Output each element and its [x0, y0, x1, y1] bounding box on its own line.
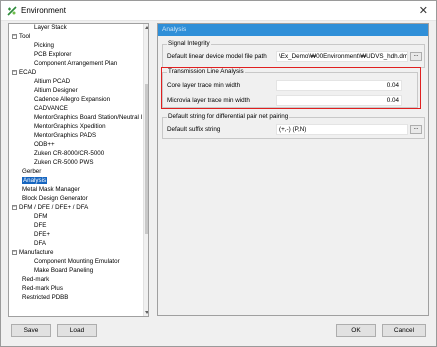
tree-item-mentor-xpedition[interactable]: MentorGraphics Xpedition [34, 123, 106, 131]
tree-item-make-board-paneling[interactable]: Make Board Paneling [34, 267, 93, 275]
scroll-up-icon[interactable] [145, 26, 148, 29]
scroll-down-icon[interactable] [145, 311, 148, 314]
collapse-icon[interactable]: − [12, 249, 17, 255]
ok-button[interactable]: OK [336, 324, 376, 337]
tree-item-altium-pcad[interactable]: Altium PCAD [34, 78, 70, 86]
signal-integrity-group: Signal Integrity Default linear device m… [162, 40, 425, 68]
group-title: Default string for differential pair net… [167, 113, 290, 120]
collapse-icon[interactable]: − [12, 204, 17, 210]
tree-item-layer-stack[interactable]: Layer Stack [34, 24, 67, 32]
tree-item-dfe[interactable]: DFE [34, 222, 46, 230]
tree-item-manufacture[interactable]: − Manufacture [12, 249, 53, 257]
tree-item-component-arrangement-plan[interactable]: Component Arrangement Plan [34, 60, 117, 68]
tree-item-tool[interactable]: − Tool [12, 33, 30, 41]
browse-button[interactable]: ... [410, 52, 422, 61]
tree-item-cadence-allegro[interactable]: Cadence Allegro Expansion [34, 96, 110, 104]
tree-item-picking[interactable]: Picking [34, 42, 54, 50]
panel-header: Analysis [158, 24, 428, 36]
collapse-icon[interactable]: − [12, 69, 17, 75]
tree-item-cadvance[interactable]: CADVANCE [34, 105, 68, 113]
highlight-box [161, 67, 421, 109]
tree-item-dfa[interactable]: DFA [34, 240, 46, 248]
tree-item-restricted-pdbb[interactable]: Restricted PDBB [22, 294, 68, 302]
tree-item-dfm-group[interactable]: − DFM / DFE / DFE+ / DFA [12, 204, 88, 212]
suffix-string-label: Default suffix string [167, 126, 221, 133]
app-icon [7, 6, 17, 16]
tree-item-odb[interactable]: ODB++ [34, 141, 55, 149]
model-path-label: Default linear device model file path [167, 53, 267, 60]
tree-item-gerber[interactable]: Gerber [22, 168, 41, 176]
browse-button[interactable]: ... [410, 125, 422, 134]
tree-item-red-mark[interactable]: Red-mark [22, 276, 49, 284]
tree-item-analysis[interactable]: Analysis [22, 177, 48, 185]
load-button[interactable]: Load [57, 324, 97, 337]
collapse-icon[interactable]: − [12, 33, 17, 39]
tree-item-component-mounting-emulator[interactable]: Component Mounting Emulator [34, 258, 120, 266]
settings-tree[interactable]: Layer Stack − Tool Picking PCB Explorer C… [8, 23, 149, 317]
tree-item-mentor-pads[interactable]: MentorGraphics PADS [34, 132, 96, 140]
diff-pair-group: Default string for differential pair net… [162, 113, 425, 139]
tree-item-ecad[interactable]: − ECAD [12, 69, 36, 77]
tree-item-dfm[interactable]: DFM [34, 213, 47, 221]
save-button[interactable]: Save [11, 324, 51, 337]
group-title: Signal Integrity [167, 40, 211, 47]
title-bar: Environment ✕ [1, 1, 436, 21]
environment-window: Environment ✕ Layer Stack − Tool Picking … [0, 0, 437, 347]
cancel-button[interactable]: Cancel [382, 324, 426, 337]
tree-item-red-mark-plus[interactable]: Red-mark Plus [22, 285, 63, 293]
scroll-thumb[interactable] [145, 84, 148, 234]
window-title: Environment [21, 6, 66, 15]
suffix-string-field[interactable]: (+,-) (P,N) [276, 124, 408, 135]
close-icon[interactable]: ✕ [419, 4, 428, 17]
tree-item-block-design-generator[interactable]: Block Design Generator [22, 195, 88, 203]
tree-item-altium-designer[interactable]: Altium Designer [34, 87, 78, 95]
tree-item-zuken-pws[interactable]: Zuken CR-5000 PWS [34, 159, 94, 167]
tree-item-dfe-plus[interactable]: DFE+ [34, 231, 50, 239]
tree-scrollbar[interactable] [143, 24, 148, 316]
model-path-field[interactable]: \Ex_Demo\₩00Environment\₩UDVS_hdh.dmf [276, 51, 408, 62]
tree-item-mentor-board-station[interactable]: MentorGraphics Board Station/Neutral I [34, 114, 142, 122]
tree-item-zuken-cr8000[interactable]: Zuken CR-8000/CR-5000 [34, 150, 104, 158]
tree-item-metal-mask-manager[interactable]: Metal Mask Manager [22, 186, 80, 194]
tree-item-pcb-explorer[interactable]: PCB Explorer [34, 51, 71, 59]
